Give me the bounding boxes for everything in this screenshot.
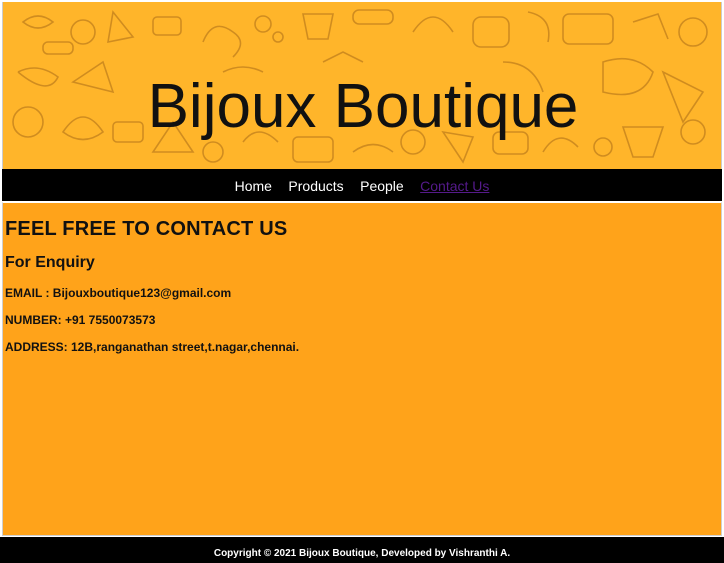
contact-address: ADDRESS: 12B,ranganathan street,t.nagar,… [5,340,300,354]
contact-section: FEEL FREE TO CONTACT US For Enquiry EMAI… [2,202,722,536]
nav-link-products[interactable]: Products [288,178,343,194]
enquiry-subheading: For Enquiry [5,254,95,271]
page: Bijoux Boutique Home Products People Con… [0,0,724,563]
nav-link-people[interactable]: People [360,178,404,194]
nav-link-home[interactable]: Home [235,178,272,194]
header-banner: Bijoux Boutique [2,2,722,169]
copyright-text: Copyright © 2021 Bijoux Boutique, Develo… [213,548,511,559]
contact-heading: FEEL FREE TO CONTACT US [5,218,288,240]
nav-link-contact-us[interactable]: Contact Us [420,178,489,194]
contact-number: NUMBER: +91 7550073573 [5,313,156,327]
top-navigation: Home Products People Contact Us [2,169,722,201]
site-title: Bijoux Boutique [147,72,579,141]
contact-email: EMAIL : Bijouxboutique123@gmail.com [5,286,232,300]
footer: Copyright © 2021 Bijoux Boutique, Develo… [0,537,724,563]
